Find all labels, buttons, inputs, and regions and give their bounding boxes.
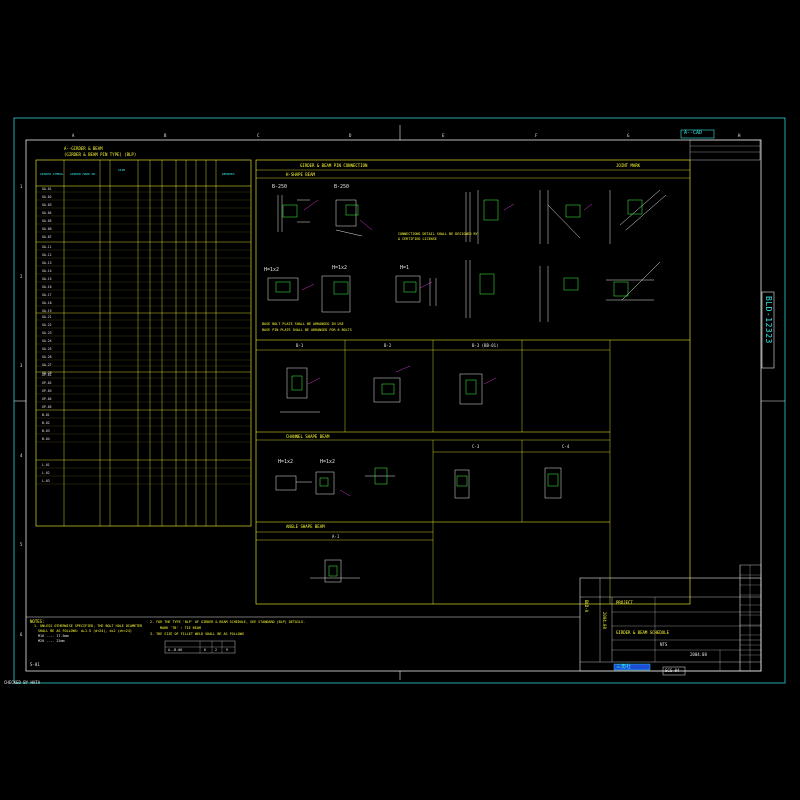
note-table-b: 6	[204, 648, 207, 652]
bottom-left-note: CHECKED BY HATA	[4, 680, 41, 685]
note-table-c: 2	[215, 648, 218, 652]
tb-sheet: SCS-04	[665, 668, 680, 673]
note-table-a: A--B-06	[168, 648, 183, 652]
table-row-symbol: GA-15	[42, 277, 52, 281]
tb-drawing-label: GIRDER & BEAM SCHEDULE	[616, 630, 669, 635]
detail-h2-label: H=1x2	[332, 265, 348, 271]
tb-scale: NTS	[660, 642, 668, 647]
tb-date: 2004.08	[690, 652, 707, 657]
table-row-symbol: L-03	[42, 479, 50, 483]
table-row-symbol: GA-02	[42, 195, 52, 199]
grid-letter-a: A	[72, 133, 75, 138]
h-shape-label: H-SHAPE BEAM	[286, 172, 315, 177]
sub-c4-label: C-4	[562, 444, 570, 449]
table-header-size: SIZE	[118, 168, 126, 172]
table-title: A--GIRDER & BEAM	[64, 146, 103, 151]
note-table-d: 9	[226, 648, 229, 652]
grid-letter-e: E	[442, 133, 445, 138]
sub-b1-label: B-1	[296, 343, 304, 348]
detail-b1-label: B-250	[272, 184, 288, 190]
table-row-symbol: GP-05	[42, 405, 52, 409]
channel-label: CHANNEL SHAPE BEAM	[286, 434, 330, 439]
note-bolt: BASE BOLT PLATE SHALL BE ARRANGED IN USE	[262, 322, 344, 326]
detail-h3-label: H=1	[400, 265, 410, 271]
grid-number-6: 6	[20, 632, 23, 637]
note-5: 2. FOR THE TYPE 'BLP' OF GIRDER & BEAM S…	[150, 620, 306, 624]
sheet-code: BLD-12323	[764, 296, 773, 344]
table-row-symbol: GA-05	[42, 219, 52, 223]
note-lower: BASE PIN PLATE SHALL BE ARRANGED FOR 6 B…	[262, 328, 352, 332]
sub-b3-label: B-3 (BB-01)	[472, 343, 499, 348]
angle-label: ANGLE SHAPE BEAM	[286, 524, 325, 529]
table-row-symbol: GA-13	[42, 261, 52, 265]
top-tag: A--CAD	[684, 130, 703, 136]
table-row-symbol: GA-07	[42, 235, 52, 239]
table-header-remarks: REMARKS	[222, 172, 235, 176]
detail-h1-label: H=1x2	[264, 267, 280, 273]
grid-letter-c: C	[257, 133, 260, 138]
table-subtitle: (GIRDER & BEAM PIN TYPE) (BLP)	[64, 152, 137, 157]
table-row-symbol: GA-11	[42, 245, 52, 249]
table-row-symbol: B-04	[42, 437, 50, 441]
sub-a1-label: A-1	[332, 534, 340, 539]
tb-project-label: PROJECT	[616, 600, 633, 605]
table-row-symbol: B-02	[42, 421, 50, 425]
tb-vertical-a: BLD-A	[584, 600, 589, 613]
table-row-symbol: GA-22	[42, 323, 52, 327]
table-row-symbol: GA-16	[42, 285, 52, 289]
note-4: M20 ---- 22mm	[38, 639, 65, 643]
table-header-symbol: GIRDER SYMBOL	[40, 172, 64, 176]
channel-h1: H=1x2	[278, 459, 294, 465]
table-row-symbol: L-01	[42, 463, 50, 467]
table-row-symbol: GA-21	[42, 315, 52, 319]
grid-letter-b: B	[164, 133, 167, 138]
table-row-symbol: B-03	[42, 429, 50, 433]
channel-h2: H=1x2	[320, 459, 336, 465]
grid-number-2: 2	[20, 274, 23, 279]
small-left-code: S-01	[30, 662, 40, 667]
note-7: 3. THE SIZE OF FILLET WELD SHALL BE AS F…	[150, 632, 244, 636]
joint-mark-label: JOINT MARK	[616, 163, 641, 168]
table-row-symbol: GA-18	[42, 301, 52, 305]
panel-main-title: GIRDER & BEAM PIN CONNECTION	[300, 163, 368, 168]
table-row-symbol: GA-26	[42, 355, 52, 359]
table-row-symbol: GA-14	[42, 269, 52, 273]
note-6: MARK 'TB' : TIE BEAM	[160, 626, 201, 630]
grid-letter-g: G	[627, 133, 630, 138]
table-row-symbol: GP-01	[42, 373, 52, 377]
table-row-symbol: GA-12	[42, 253, 52, 257]
table-header-mark: GIRDER MARK NO.	[70, 172, 98, 176]
tb-logo: 三角社	[616, 664, 632, 670]
table-row-symbol: GA-23	[42, 331, 52, 335]
table-row-symbol: GA-03	[42, 203, 52, 207]
grid-number-3: 3	[20, 363, 23, 368]
table-row-symbol: GA-27	[42, 363, 52, 367]
table-row-symbol: B-01	[42, 413, 50, 417]
grid-number-4: 4	[20, 453, 23, 458]
table-row-symbol: GA-17	[42, 293, 52, 297]
table-row-symbol: GA-06	[42, 227, 52, 231]
grid-letter-f: F	[535, 133, 538, 138]
table-row-symbol: L-02	[42, 471, 50, 475]
table-row-symbol: GP-02	[42, 381, 52, 385]
table-row-symbol: GA-04	[42, 211, 52, 215]
grid-number-5: 5	[20, 542, 23, 547]
sub-b2-label: B-2	[384, 343, 392, 348]
sub-c3-label: C-3	[472, 444, 480, 449]
table-row-symbol: GA-01	[42, 187, 52, 191]
table-row-symbol: GP-03	[42, 389, 52, 393]
grid-number-1: 1	[20, 184, 23, 189]
grid-letter-h: H	[738, 133, 741, 138]
table-row-symbol: GA-24	[42, 339, 52, 343]
table-row-symbol: GP-04	[42, 397, 52, 401]
grid-letter-d: D	[349, 133, 352, 138]
table-row-symbol: GA-25	[42, 347, 52, 351]
tb-vertical-b: 2004.08	[602, 612, 607, 629]
detail-b2-label: B-250	[334, 184, 350, 190]
note-connect: CONNECTIONS DETAIL SHALL BE DESIGNED BY …	[398, 232, 478, 241]
cad-linework	[13, 117, 786, 684]
